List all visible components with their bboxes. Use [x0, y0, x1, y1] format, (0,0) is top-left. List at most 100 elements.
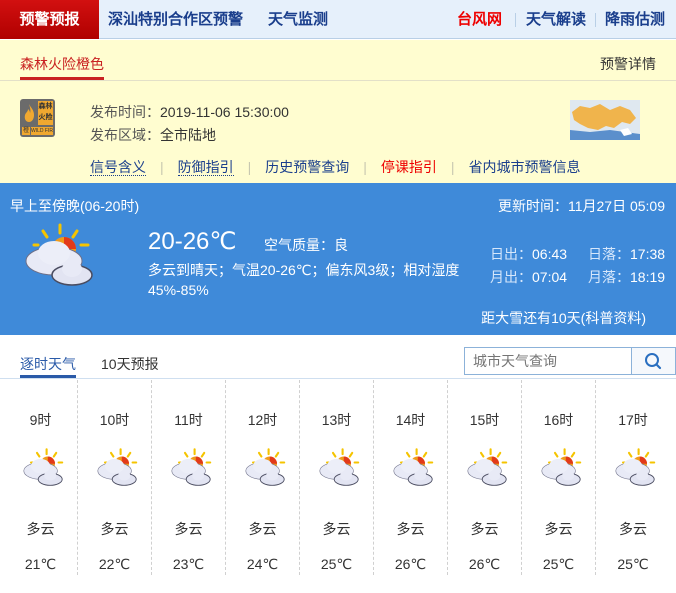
sunrise: 日出：06:43: [490, 244, 567, 264]
sunset: 日落：17:38: [588, 244, 665, 264]
hour-time: 13时: [321, 412, 352, 428]
tab-10-day-forecast[interactable]: 10天预报: [101, 354, 159, 374]
hour-time: 17时: [618, 412, 648, 428]
link-class-suspension-guide[interactable]: 停课指引: [381, 159, 437, 175]
hour-temperature: 21℃: [24, 556, 57, 572]
hourly-item: 9时 多云 21℃: [4, 380, 78, 575]
publish-time-row: 发布时间：2019-11-06 15:30:00: [90, 102, 289, 122]
hour-time: 16时: [543, 412, 574, 428]
partly-cloudy-icon: [615, 448, 656, 486]
hourly-item: 15时 多云 26℃: [448, 380, 522, 575]
divider: [0, 80, 676, 81]
sunset-label: 日落：: [588, 246, 630, 262]
hour-condition: 多云: [470, 521, 499, 537]
update-time: 更新时间：11月27日 05:09: [497, 198, 665, 214]
moonrise-label: 月出：: [490, 269, 532, 285]
air-quality: 空气质量：良: [264, 235, 348, 255]
warning-map-thumbnail[interactable]: [570, 100, 640, 140]
hour-condition: 多云: [248, 521, 277, 537]
warning-tab-title[interactable]: 森林火险橙色: [20, 54, 104, 74]
badge-level: 橙: [22, 127, 30, 135]
link-separator: |: [160, 159, 164, 175]
hour-condition: 多云: [174, 521, 203, 537]
moonset: 月落：18:19: [588, 267, 665, 287]
sunrise-label: 日出：: [490, 246, 532, 262]
hour-temperature: 25℃: [617, 556, 649, 572]
hourly-item: 12时 多云 24℃: [226, 380, 300, 575]
nav-link-typhoon[interactable]: 台风网: [457, 0, 502, 39]
weather-description: 多云到晴天；气温20-26℃；偏东风3级；相对湿度45%-85%: [148, 262, 460, 298]
badge-cn-text: 森林 火险: [38, 101, 53, 125]
partly-cloudy-icon: [319, 448, 360, 486]
hour-condition: 多云: [396, 521, 425, 537]
nav-link-weather-interpretation[interactable]: 天气解读: [526, 0, 586, 39]
today-weather-panel: 早上至傍晚(06-20时) 更新时间：11月27日 05:09 20-26℃ 空…: [0, 183, 676, 335]
map-icon: [570, 100, 640, 140]
publish-area-value: 全市陆地: [160, 127, 216, 143]
active-tab-underline: [20, 375, 76, 378]
nav-link-weather-monitor[interactable]: 天气监测: [268, 0, 328, 39]
sunset-value: 17:38: [630, 246, 666, 262]
hour-time: 10时: [99, 412, 130, 428]
publish-area-row: 发布区域：全市陆地: [90, 125, 216, 145]
link-history-query[interactable]: 历史预警查询: [265, 159, 349, 175]
publish-time-label: 发布时间：: [90, 104, 160, 120]
city-search-input[interactable]: [464, 347, 632, 375]
partly-cloudy-icon: [23, 448, 64, 486]
hour-condition: 多云: [619, 521, 647, 537]
hour-condition: 多云: [26, 521, 55, 537]
hour-temperature: 25℃: [542, 556, 575, 572]
forecast-period: 早上至傍晚(06-20时): [10, 198, 140, 214]
wildfire-icon: [24, 104, 34, 122]
air-quality-value: 良: [334, 237, 348, 253]
link-signal-meaning[interactable]: 信号含义: [90, 159, 146, 176]
nav-link-shenshan-warning[interactable]: 深汕特别合作区预警: [108, 0, 243, 39]
hour-time: 12时: [247, 412, 278, 428]
warning-detail-link[interactable]: 预警详情: [600, 54, 656, 74]
hour-time: 9时: [29, 412, 52, 428]
hour-temperature: 26℃: [468, 556, 501, 572]
hour-condition: 多云: [100, 521, 129, 537]
moonrise: 月出：07:04: [490, 267, 567, 287]
hourly-item: 14时 多云 26℃: [374, 380, 448, 575]
badge-en-text: WILD FIRE: [31, 127, 53, 135]
hour-temperature: 23℃: [172, 556, 205, 572]
hourly-item: 17时 多云 25℃: [596, 380, 670, 575]
hour-time: 15时: [469, 412, 500, 428]
wildfire-warning-badge[interactable]: 森林火险 橙 WILD FIRE: [20, 99, 55, 137]
hour-time: 14时: [395, 412, 426, 428]
search-button[interactable]: [631, 347, 676, 375]
partly-cloudy-icon: [467, 448, 508, 486]
link-separator: |: [247, 159, 252, 175]
tab-hourly-weather[interactable]: 逐时天气: [20, 354, 76, 374]
temp-range: 20-26℃: [148, 228, 237, 255]
nav-separator: [515, 13, 516, 27]
moonset-value: 18:19: [630, 269, 666, 285]
moonrise-value: 07:04: [532, 269, 568, 285]
hour-time: 11时: [174, 412, 203, 428]
top-nav: 预警预报 深汕特别合作区预警 天气监测 台风网 天气解读 降雨估测: [0, 0, 676, 39]
nav-link-rainfall-estimate[interactable]: 降雨估测: [605, 0, 665, 39]
hourly-forecast: 9时 多云 21℃ 10时 多云 22℃ 11时 多云 23℃ 12时 多云 2…: [0, 380, 676, 580]
hourly-item: 10时 多云 22℃: [78, 380, 152, 575]
link-province-city-warnings[interactable]: 省内城市预警信息: [469, 159, 581, 175]
partly-cloudy-icon: [393, 448, 434, 486]
moonset-label: 月落：: [588, 269, 630, 285]
warning-panel: 森林火险橙色 预警详情 森林火险 橙 WILD FIRE 发布时间：2019-1…: [0, 40, 676, 183]
publish-time-value: 2019-11-06 15:30:00: [160, 104, 289, 120]
partly-cloudy-icon: [25, 223, 93, 286]
hourly-item: 11时 多云 23℃: [152, 380, 226, 575]
nav-tab-warning-forecast[interactable]: 预警预报: [0, 0, 99, 39]
link-separator: |: [363, 159, 367, 175]
link-separator: |: [450, 159, 455, 175]
hour-temperature: 24℃: [246, 556, 279, 572]
nav-separator: [595, 13, 596, 27]
solar-term-countdown[interactable]: 距大雪还有10天(科普资料): [481, 308, 646, 328]
hour-condition: 多云: [544, 521, 573, 537]
sunrise-value: 06:43: [532, 246, 568, 262]
hour-temperature: 25℃: [320, 556, 353, 572]
partly-cloudy-icon: [171, 448, 212, 486]
link-defense-guide[interactable]: 防御指引: [177, 159, 234, 176]
hour-temperature: 26℃: [394, 556, 427, 572]
hourly-item: 16时 多云 25℃: [522, 380, 596, 575]
